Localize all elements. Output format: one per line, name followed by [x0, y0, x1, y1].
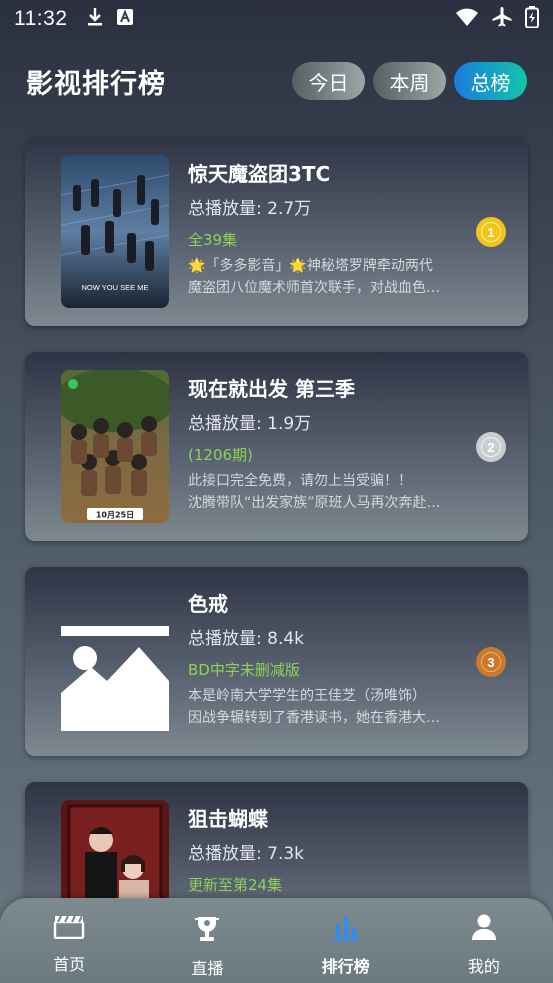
description-line: 因战争辗转到了香港读书，她在香港大… — [188, 710, 440, 726]
play-count: 总播放量: 8.4k — [188, 629, 305, 649]
rank-badge-bronze: 3 — [476, 647, 506, 677]
ranking-card[interactable]: 10月25日 现在就出发 第三季 总播放量: 1.9万 (1206期) 此接口完… — [25, 352, 528, 541]
nav-ranking[interactable]: 排行榜 — [277, 898, 415, 983]
tab-today[interactable]: 今日 — [292, 62, 365, 100]
poster-caption: NOW YOU SEE ME — [82, 283, 149, 292]
description: 🌟「多多影音」🌟神秘塔罗牌牵动两代 魔盗团八位魔术师首次联手，对战血色… — [188, 255, 460, 299]
poster-image: 10月25日 — [61, 370, 169, 523]
poster-image: NOW YOU SEE ME — [61, 155, 169, 308]
battery-charging-icon — [525, 5, 539, 33]
wifi-icon — [455, 7, 479, 32]
episode-info: 更新至第24集 — [188, 876, 283, 894]
episode-info: 全39集 — [188, 231, 238, 249]
rank-number: 1 — [481, 222, 501, 242]
tab-week[interactable]: 本周 — [373, 62, 446, 100]
bar-chart-icon — [332, 913, 360, 945]
bottom-nav: 首页 直播 排行榜 我的 — [0, 898, 553, 983]
rank-badge-gold: 1 — [476, 217, 506, 247]
text-a-icon — [116, 8, 134, 31]
status-bar: 11:32 — [0, 0, 553, 38]
play-count: 总播放量: 2.7万 — [188, 199, 312, 219]
description-line: 沈腾带队“出发家族”原班人马再次奔赴… — [188, 495, 441, 511]
description: 本是岭南大学学生的王佳芝（汤唯饰） 因战争辗转到了香港读书，她在香港大… — [188, 685, 460, 729]
nav-label: 首页 — [53, 955, 86, 974]
live-trophy-icon — [192, 913, 222, 947]
nav-profile[interactable]: 我的 — [415, 898, 553, 983]
clapperboard-icon — [53, 913, 85, 943]
nav-live[interactable]: 直播 — [138, 898, 276, 983]
download-icon — [86, 7, 104, 32]
user-icon — [470, 913, 498, 945]
page-title: 影视排行榜 — [26, 68, 166, 100]
nav-home[interactable]: 首页 — [0, 898, 138, 983]
ranking-tabs: 今日 本周 总榜 — [292, 62, 527, 100]
title: 惊天魔盗团3TC — [188, 162, 331, 186]
description: 此接口完全免费，请勿上当受骗！！ 沈腾带队“出发家族”原班人马再次奔赴… — [188, 470, 460, 514]
status-time: 11:32 — [14, 7, 68, 30]
rank-number: 3 — [481, 652, 501, 672]
tab-all-time[interactable]: 总榜 — [454, 62, 527, 100]
nav-label: 我的 — [467, 957, 500, 976]
episode-info: BD中字未删减版 — [188, 661, 300, 679]
episode-info: (1206期) — [188, 446, 253, 464]
title: 色戒 — [188, 592, 228, 616]
title: 现在就出发 第三季 — [188, 377, 355, 401]
description-line: 此接口完全免费，请勿上当受骗！！ — [188, 473, 412, 489]
description-line: 🌟「多多影音」🌟神秘塔罗牌牵动两代 — [188, 258, 433, 274]
poster-caption: 10月25日 — [96, 511, 134, 520]
ranking-card[interactable]: NOW YOU SEE ME 惊天魔盗团3TC 总播放量: 2.7万 全39集 … — [25, 137, 528, 326]
nav-label: 直播 — [191, 959, 224, 978]
ranking-card[interactable]: 色戒 总播放量: 8.4k BD中字未删减版 本是岭南大学学生的王佳芝（汤唯饰）… — [25, 567, 528, 756]
description-line: 魔盗团八位魔术师首次联手，对战血色… — [188, 280, 440, 296]
airplane-icon — [491, 6, 513, 33]
placeholder-image-icon — [61, 585, 169, 738]
rank-number: 2 — [481, 437, 501, 457]
description-line: 本是岭南大学学生的王佳芝（汤唯饰） — [188, 688, 426, 704]
nav-label: 排行榜 — [321, 957, 370, 976]
play-count: 总播放量: 7.3k — [188, 844, 305, 864]
title: 狙击蝴蝶 — [188, 807, 268, 831]
play-count: 总播放量: 1.9万 — [188, 414, 312, 434]
rank-badge-silver: 2 — [476, 432, 506, 462]
header: 影视排行榜 今日 本周 总榜 — [0, 58, 553, 104]
